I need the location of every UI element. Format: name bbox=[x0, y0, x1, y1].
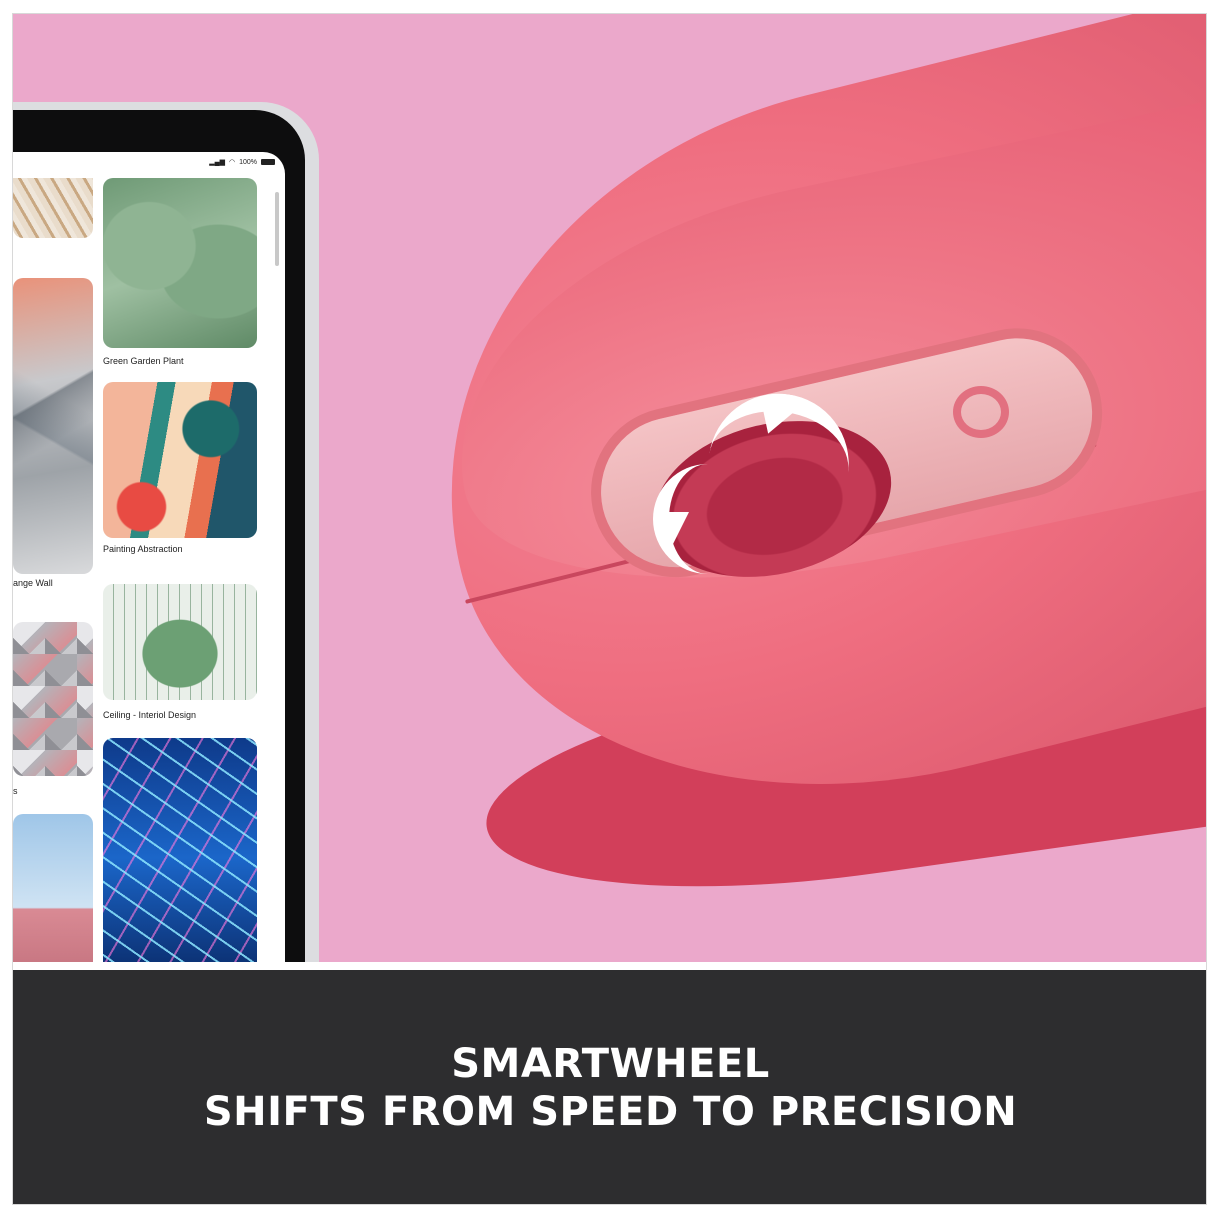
tile-label: Green Garden Plant bbox=[103, 356, 184, 366]
tile-label: Ceiling - Interiol Design bbox=[103, 710, 197, 720]
tablet-device: ▂▄▆ ◠ 100% ange Wall s Green Garden Plan… bbox=[13, 102, 319, 962]
tile-label: s bbox=[13, 786, 18, 796]
image-tile bbox=[13, 178, 93, 238]
tile-label: Painting Abstraction bbox=[103, 544, 183, 554]
scrollbar bbox=[275, 192, 279, 266]
caption-title: SMARTWHEEL bbox=[451, 1041, 770, 1087]
emoji-button-icon bbox=[953, 386, 1009, 438]
status-bar: ▂▄▆ ◠ 100% bbox=[209, 158, 275, 166]
image-tile bbox=[13, 814, 93, 962]
product-scene: ▂▄▆ ◠ 100% ange Wall s Green Garden Plan… bbox=[13, 14, 1206, 962]
image-tile bbox=[13, 622, 93, 776]
caption-band: SMARTWHEEL SHIFTS FROM SPEED TO PRECISIO… bbox=[13, 970, 1206, 1204]
battery-percent: 100% bbox=[239, 158, 257, 166]
tablet-screen: ▂▄▆ ◠ 100% ange Wall s Green Garden Plan… bbox=[13, 152, 285, 962]
image-tile bbox=[103, 738, 257, 962]
signal-icon: ▂▄▆ bbox=[209, 159, 225, 166]
tile-label: ange Wall bbox=[13, 578, 53, 588]
image-tile bbox=[103, 584, 257, 700]
image-tile bbox=[103, 178, 257, 348]
image-tile bbox=[13, 278, 93, 574]
image-tile bbox=[103, 382, 257, 538]
product-image-frame: ▂▄▆ ◠ 100% ange Wall s Green Garden Plan… bbox=[12, 13, 1207, 1205]
wifi-icon: ◠ bbox=[228, 159, 236, 166]
tablet-bezel: ▂▄▆ ◠ 100% ange Wall s Green Garden Plan… bbox=[13, 110, 305, 962]
battery-icon bbox=[261, 159, 275, 165]
arrow-head-icon bbox=[657, 512, 689, 544]
caption-subtitle: SHIFTS FROM SPEED TO PRECISION bbox=[203, 1089, 1018, 1135]
